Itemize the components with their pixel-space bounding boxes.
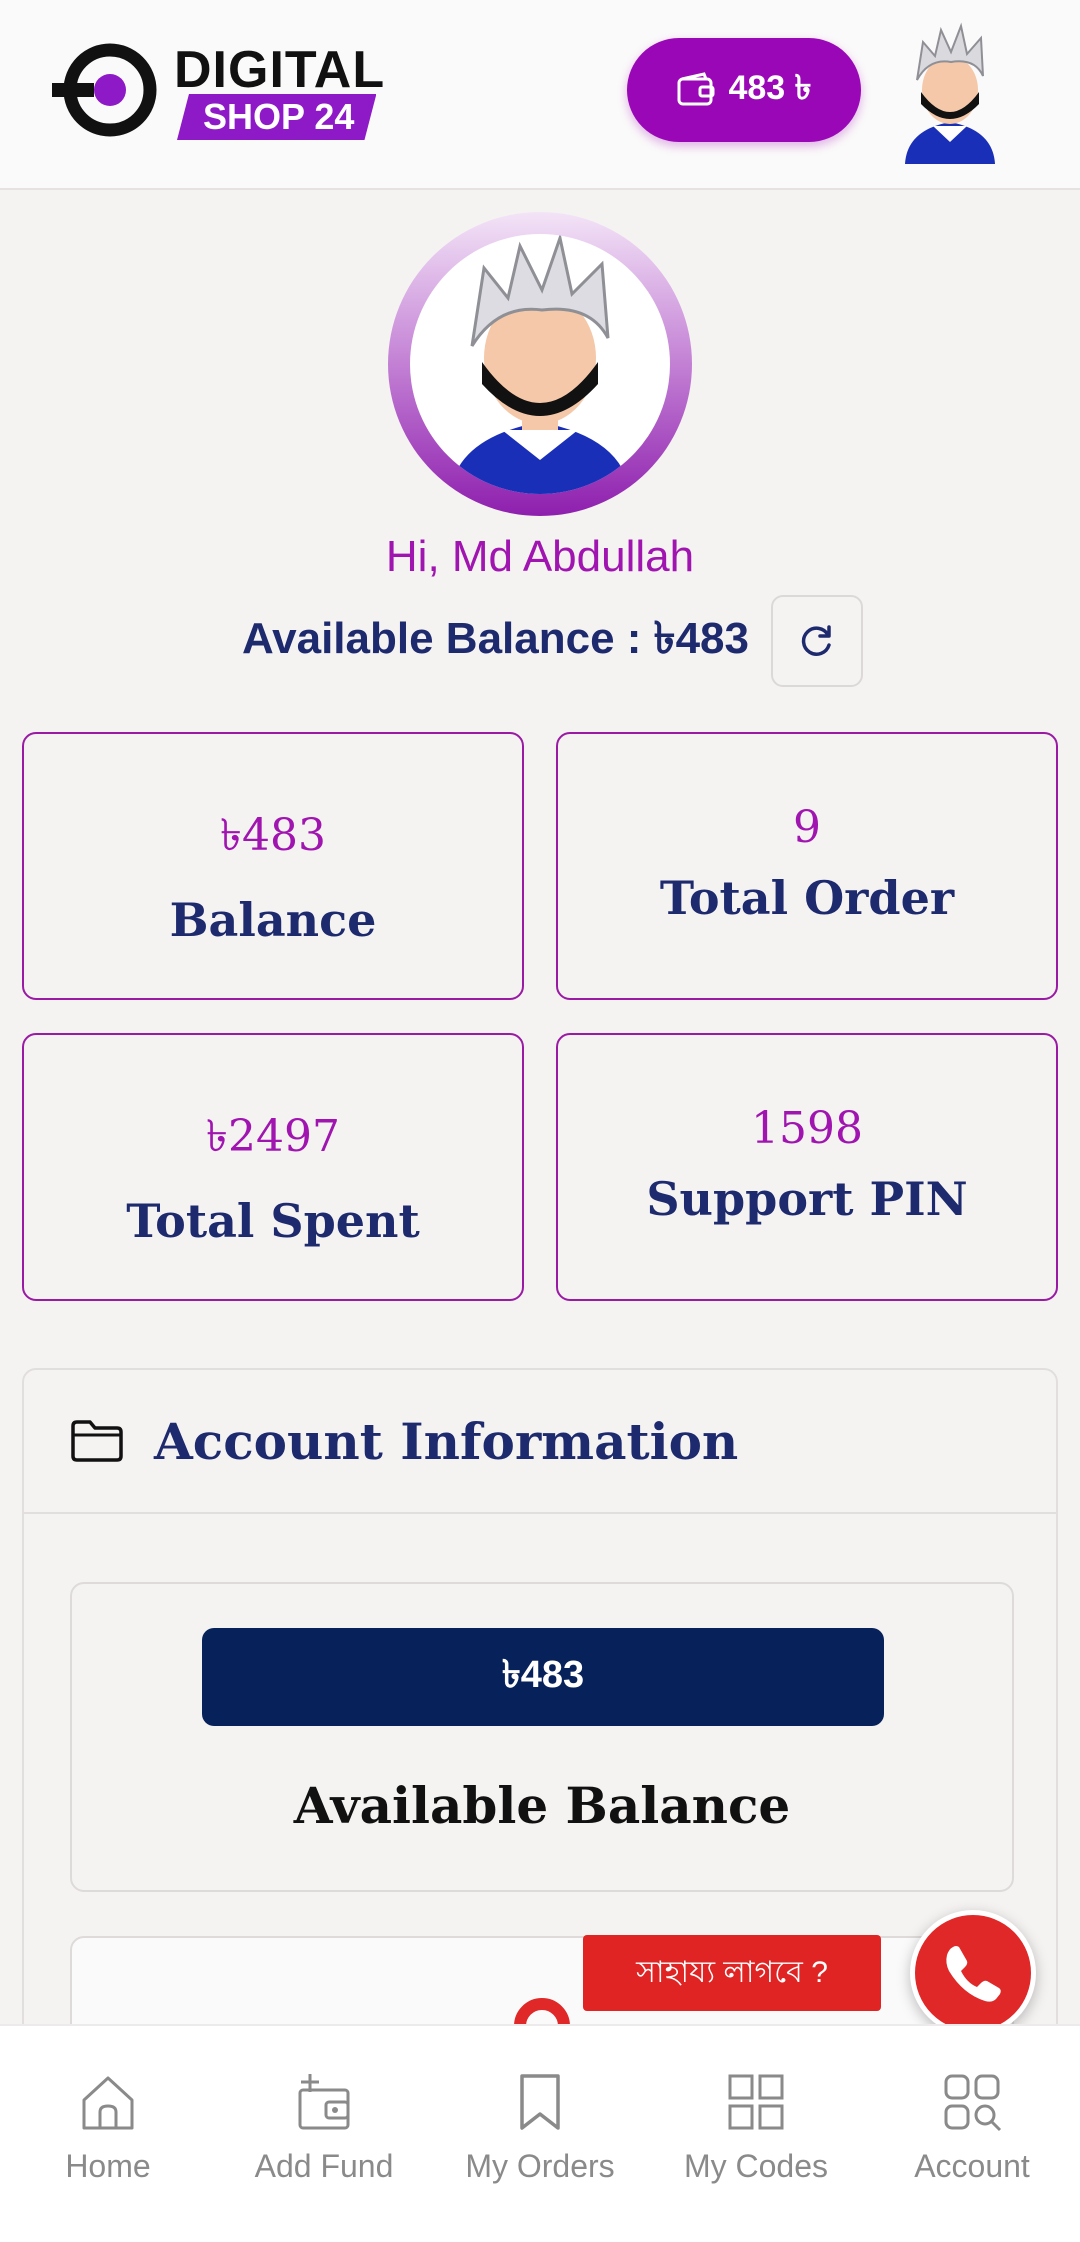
- avatar-icon: [905, 22, 995, 164]
- stat-label: Total Spent: [126, 1194, 420, 1248]
- add-fund-icon: [298, 2074, 350, 2130]
- nav-label: Account: [914, 2148, 1030, 2184]
- stat-value: ৳2497: [206, 1111, 340, 1162]
- available-balance-label: Available Balance: [293, 1776, 791, 1835]
- available-balance-row: Available Balance : ৳483: [242, 595, 863, 687]
- refresh-balance-button[interactable]: [771, 595, 863, 687]
- profile-avatar-icon: [450, 234, 630, 494]
- account-grid-icon: [944, 2074, 1002, 2132]
- stat-label: Balance: [169, 893, 377, 947]
- nav-item-my-codes[interactable]: My Codes: [648, 2026, 864, 2242]
- account-information-header: Account Information: [24, 1370, 1056, 1514]
- logo-text-digital: DIGITAL: [174, 41, 386, 99]
- top-app-bar: DIGITAL SHOP 24 483 ৳: [0, 0, 1080, 190]
- stat-value: 9: [793, 802, 821, 853]
- phone-icon: [946, 1946, 1001, 2002]
- profile-avatar-ring[interactable]: [388, 212, 692, 516]
- brand-logo[interactable]: DIGITAL SHOP 24: [52, 40, 412, 140]
- call-button[interactable]: [910, 1910, 1036, 2036]
- nav-label: Add Fund: [254, 2148, 394, 2184]
- account-information-title: Account Information: [154, 1411, 739, 1471]
- nav-label: Home: [65, 2148, 151, 2184]
- nav-item-home[interactable]: Home: [0, 2026, 216, 2242]
- stat-value: ৳483: [220, 810, 326, 861]
- nav-label: My Codes: [683, 2148, 829, 2184]
- stat-card-total-order[interactable]: 9 Total Order: [556, 732, 1058, 1000]
- bookmark-icon: [520, 2074, 560, 2130]
- home-icon: [82, 2076, 134, 2130]
- nav-item-my-orders[interactable]: My Orders: [432, 2026, 648, 2242]
- nav-item-account[interactable]: Account: [864, 2026, 1080, 2242]
- profile-avatar: [410, 234, 670, 494]
- grid-icon: [728, 2074, 784, 2130]
- nav-label: My Orders: [465, 2148, 615, 2184]
- logo-mark-icon: [52, 43, 157, 137]
- stat-label: Total Order: [659, 871, 955, 925]
- nav-item-add-fund[interactable]: Add Fund: [216, 2026, 432, 2242]
- refresh-icon: [801, 625, 831, 656]
- stat-card-balance[interactable]: ৳483 Balance: [22, 732, 524, 1000]
- stat-card-total-spent[interactable]: ৳2497 Total Spent: [22, 1033, 524, 1301]
- bottom-navigation: Home Add Fund My Orders My Codes Account: [0, 2024, 1080, 2242]
- available-balance-pill[interactable]: ৳483: [202, 1628, 884, 1726]
- greeting-text: Hi, Md Abdullah: [385, 532, 695, 581]
- wallet-icon: [677, 72, 715, 106]
- available-balance-box: ৳483 Available Balance: [70, 1582, 1014, 1892]
- folder-icon: [71, 1420, 123, 1462]
- wallet-balance-button[interactable]: 483 ৳: [627, 38, 861, 142]
- help-label[interactable]: সাহায্য লাগবে ?: [583, 1935, 881, 2011]
- wallet-balance-label: 483 ৳: [728, 68, 812, 107]
- stat-label: Support PIN: [646, 1172, 968, 1226]
- stat-value: 1598: [751, 1103, 863, 1154]
- available-balance-text: Available Balance : ৳483: [242, 613, 749, 663]
- stat-card-support-pin[interactable]: 1598 Support PIN: [556, 1033, 1058, 1301]
- header-avatar[interactable]: [885, 22, 1015, 164]
- logo-text-shop24: SHOP 24: [177, 94, 377, 140]
